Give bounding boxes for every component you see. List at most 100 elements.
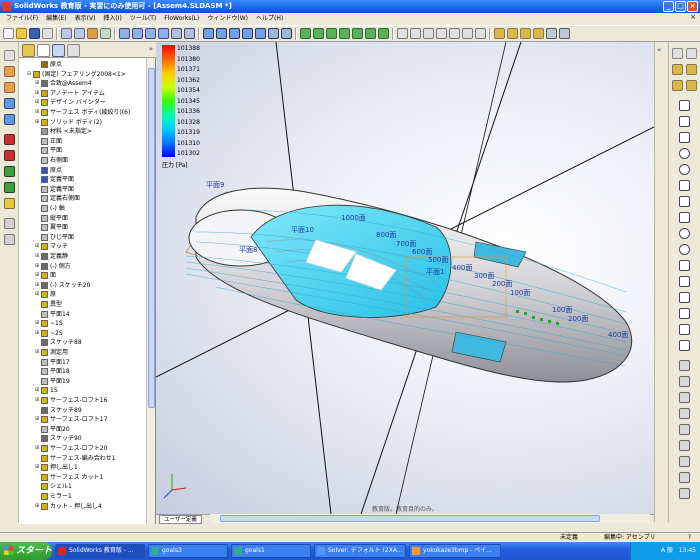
tree-expander-icon[interactable]: ⊞ — [35, 329, 40, 338]
horizontal-scroll-thumb[interactable] — [220, 515, 600, 522]
zoom-area-icon[interactable] — [132, 28, 143, 39]
left-view-icon[interactable] — [326, 28, 337, 39]
undo-icon[interactable] — [61, 28, 72, 39]
goal-plot-icon[interactable] — [4, 218, 15, 229]
tree-item[interactable]: 翼平面 — [35, 223, 68, 232]
parabola-icon[interactable] — [679, 260, 690, 271]
tree-expander-icon[interactable]: ⊞ — [35, 396, 40, 405]
cut-plot-icon[interactable] — [4, 150, 15, 161]
tree-item[interactable]: ⊞ アノテート アイテム — [35, 89, 105, 98]
tree-expander-icon[interactable]: ⊞ — [35, 262, 40, 271]
tree-item[interactable]: ミラー1 — [35, 492, 72, 501]
tree-item[interactable]: ⊞ 測定用 — [35, 348, 68, 357]
configuration-manager-tab-icon[interactable] — [52, 44, 65, 57]
menu-help[interactable]: ヘルプ(H) — [252, 13, 287, 25]
plane-icon[interactable] — [679, 360, 690, 371]
rebuild-icon[interactable] — [87, 28, 98, 39]
tree-item[interactable]: ⊞ 原 — [35, 290, 56, 299]
parallelogram-icon[interactable] — [679, 132, 690, 143]
isometric-view-icon[interactable] — [378, 28, 389, 39]
tree-item[interactable]: ⊞ サーフェス-ロフト20 — [35, 444, 107, 453]
maximize-button[interactable]: □ — [675, 1, 686, 12]
perimeter-circle-icon[interactable] — [679, 164, 690, 175]
front-view-icon[interactable] — [300, 28, 311, 39]
tree-item[interactable]: 平面 — [35, 146, 62, 155]
tree-item[interactable]: 平面17 — [35, 358, 70, 367]
tree-item[interactable]: ⊞ マッチ — [35, 242, 68, 251]
tree-expander-icon[interactable]: ⊞ — [35, 319, 40, 328]
tree-expander-icon[interactable]: ⊞ — [35, 463, 40, 472]
tree-scroll-thumb[interactable] — [148, 68, 155, 408]
expand-task-pane-icon[interactable]: « — [657, 46, 661, 54]
spline-icon[interactable] — [475, 28, 486, 39]
minimize-button[interactable]: _ — [663, 1, 674, 12]
mate-icon[interactable] — [559, 28, 570, 39]
tree-expander-icon[interactable]: ⊞ — [35, 290, 40, 299]
tree-item[interactable]: ⊞ ~1S — [35, 319, 63, 328]
tree-item[interactable]: (-) 軸 — [35, 204, 65, 213]
tree-item[interactable]: ⊞ 押し出し1 — [35, 463, 78, 472]
wireframe-icon[interactable] — [203, 28, 214, 39]
hidden-lines-visible-icon[interactable] — [216, 28, 227, 39]
tree-item[interactable]: スケッチ90 — [35, 434, 82, 443]
split-entities-icon[interactable] — [679, 440, 690, 451]
flow-settings-icon[interactable] — [4, 66, 15, 77]
tree-item[interactable]: ⊞ ~2S — [35, 329, 63, 338]
tree-expander-icon[interactable]: ⊞ — [35, 89, 40, 98]
tree-item[interactable]: ⊞ サーフェス ボディ(綾絞り)(6) — [35, 108, 130, 117]
menu-view[interactable]: 表示(V) — [71, 13, 100, 25]
tree-item[interactable]: ⊞ ソリッド ボディ(2) — [35, 118, 102, 127]
menu-floworks[interactable]: FloWorks(L) — [160, 13, 203, 25]
rectangle-icon[interactable] — [436, 28, 447, 39]
zoom-fit-icon[interactable] — [119, 28, 130, 39]
mirror-entities-icon[interactable] — [686, 64, 697, 75]
offset-entities-icon[interactable] — [679, 392, 690, 403]
new-document-icon[interactable] — [3, 28, 14, 39]
hidden-lines-removed-icon[interactable] — [229, 28, 240, 39]
taskbar-item-solidworks[interactable]: SolidWorks 教育版 - ... — [55, 544, 145, 558]
tree-item[interactable]: 縦平面 — [35, 214, 68, 223]
shaded-icon[interactable] — [255, 28, 266, 39]
menu-insert[interactable]: 挿入(I) — [99, 13, 125, 25]
bottom-view-icon[interactable] — [365, 28, 376, 39]
tree-item[interactable]: スケッチ89 — [35, 406, 82, 415]
tree-expander-icon[interactable]: ⊞ — [35, 271, 40, 280]
document-close-icon[interactable]: × — [690, 13, 696, 21]
right-view-icon[interactable] — [339, 28, 350, 39]
top-view-icon[interactable] — [352, 28, 363, 39]
save-icon[interactable] — [29, 28, 40, 39]
construction-geometry-icon[interactable] — [679, 456, 690, 467]
options-icon[interactable] — [100, 28, 111, 39]
tree-expander-icon[interactable]: ⊞ — [35, 348, 40, 357]
rectangle-icon[interactable] — [679, 116, 690, 127]
loft-icon[interactable] — [533, 28, 544, 39]
title-bar[interactable]: SolidWorks 教育版 - 実習にのみ使用可 - [Assem4.SLDA… — [0, 0, 700, 13]
tree-item[interactable]: ひじ平面 — [35, 233, 74, 242]
text-icon[interactable] — [679, 340, 690, 351]
line-icon[interactable] — [679, 100, 690, 111]
tree-item[interactable]: 定義平面 — [35, 175, 74, 184]
rotate-view-icon[interactable] — [171, 28, 182, 39]
tree-expander-icon[interactable]: ⊟ — [27, 70, 32, 79]
monitor-icon[interactable] — [4, 114, 15, 125]
tree-item[interactable]: 平面19 — [35, 377, 70, 386]
shadows-icon[interactable] — [268, 28, 279, 39]
3d-sketch-icon[interactable] — [686, 48, 697, 59]
tree-expander-icon[interactable]: ⊞ — [35, 98, 40, 107]
run-icon[interactable] — [4, 98, 15, 109]
floworks-wizard-icon[interactable] — [4, 50, 15, 61]
tree-item[interactable]: 定義平面 — [35, 185, 74, 194]
fillet-icon[interactable] — [672, 80, 683, 91]
sketch-icon[interactable] — [397, 28, 408, 39]
convert-entities-icon[interactable] — [679, 376, 690, 387]
circle-icon[interactable] — [679, 148, 690, 159]
menu-window[interactable]: ウィンドウ(W) — [203, 13, 252, 25]
tree-item[interactable]: 右側面 — [35, 156, 68, 165]
print-icon[interactable] — [42, 28, 53, 39]
graphics-viewport[interactable]: 平面9 平面10 平面8 平面1 1000面 800面 700面 600面 50… — [156, 42, 654, 514]
sketch-icon[interactable] — [672, 48, 683, 59]
section-view-icon[interactable] — [281, 28, 292, 39]
polygon-icon[interactable] — [679, 292, 690, 303]
centerline-icon[interactable] — [679, 324, 690, 335]
tree-item[interactable]: サーフェス カット1 — [35, 473, 103, 482]
